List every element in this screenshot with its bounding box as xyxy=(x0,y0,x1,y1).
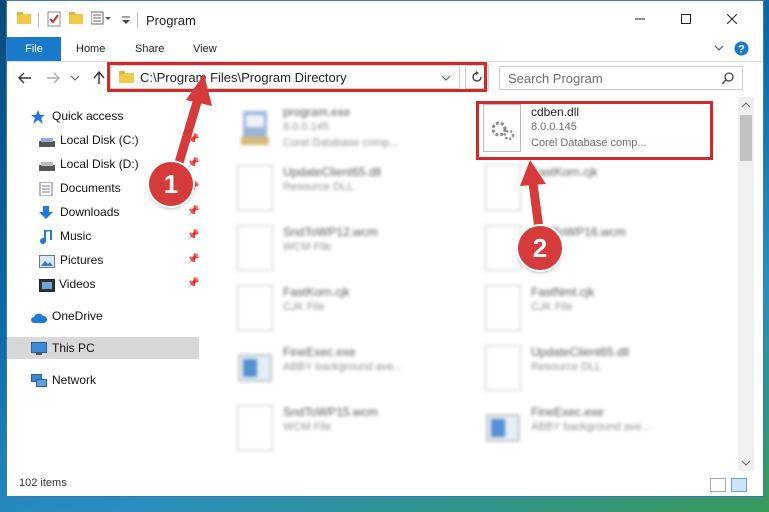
annotation-arrows xyxy=(173,74,546,241)
step-marker-2: 2 xyxy=(518,226,562,270)
step-marker-1: 1 xyxy=(149,162,193,206)
